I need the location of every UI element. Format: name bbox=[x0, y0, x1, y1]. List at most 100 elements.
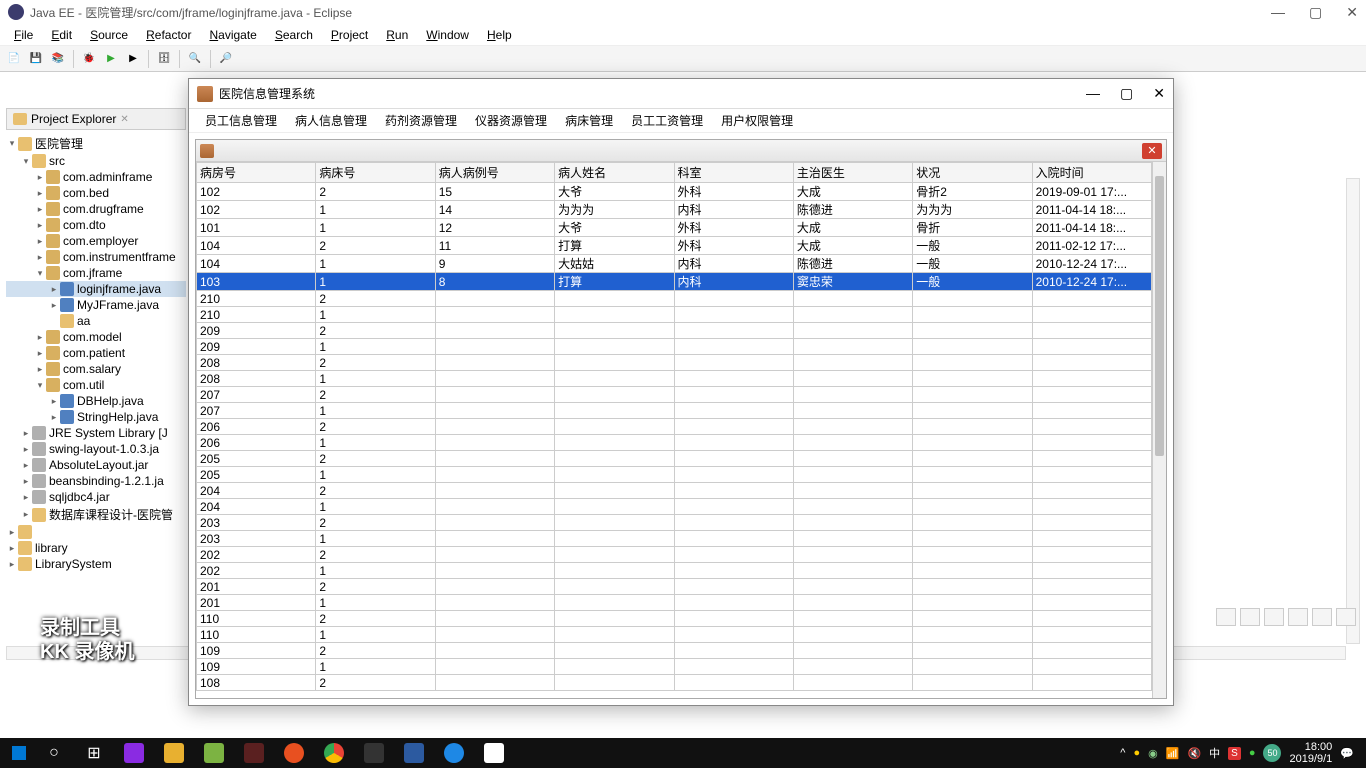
debug-button[interactable]: 🐞 bbox=[79, 49, 99, 69]
menu-navigate[interactable]: Navigate bbox=[201, 26, 264, 44]
table-row[interactable]: 2011 bbox=[197, 595, 1152, 611]
table-row[interactable]: 2012 bbox=[197, 579, 1152, 595]
tree-node[interactable]: ▸com.patient bbox=[6, 345, 186, 361]
taskbar-app[interactable] bbox=[354, 740, 394, 766]
table-row[interactable]: 2052 bbox=[197, 451, 1152, 467]
tray-ime-icon[interactable]: ● bbox=[1249, 747, 1256, 759]
column-header[interactable]: 病人病例号 bbox=[435, 163, 554, 183]
dialog-menu-item[interactable]: 员工工资管理 bbox=[623, 110, 711, 131]
expand-arrow-icon[interactable]: ▸ bbox=[20, 492, 32, 503]
expand-arrow-icon[interactable]: ▸ bbox=[20, 509, 32, 520]
open-type-button[interactable]: 🔍 bbox=[185, 49, 205, 69]
menu-refactor[interactable]: Refactor bbox=[138, 26, 199, 44]
expand-arrow-icon[interactable]: ▸ bbox=[20, 428, 32, 439]
expand-arrow-icon[interactable]: ▸ bbox=[20, 476, 32, 487]
tray-badge[interactable]: 50 bbox=[1263, 744, 1281, 762]
tree-node[interactable]: ▾com.util bbox=[6, 377, 186, 393]
expand-arrow-icon[interactable]: ▸ bbox=[6, 559, 18, 570]
menu-project[interactable]: Project bbox=[323, 26, 376, 44]
table-row[interactable]: 102215大爷外科大成骨折22019-09-01 17:... bbox=[197, 183, 1152, 201]
dialog-minimize-button[interactable]: — bbox=[1086, 85, 1100, 102]
menu-search[interactable]: Search bbox=[267, 26, 321, 44]
tray-security-icon[interactable]: ◉ bbox=[1148, 747, 1158, 760]
expand-arrow-icon[interactable]: ▸ bbox=[6, 527, 18, 538]
run-button[interactable]: ▶ bbox=[101, 49, 121, 69]
table-row[interactable]: 2092 bbox=[197, 323, 1152, 339]
taskbar-app[interactable] bbox=[274, 740, 314, 766]
task-view-button[interactable]: ⊞ bbox=[74, 740, 114, 766]
taskbar-java[interactable] bbox=[474, 740, 514, 766]
tree-node[interactable]: ▾医院管理 bbox=[6, 134, 186, 153]
toolbar-btn[interactable] bbox=[1264, 608, 1284, 626]
toolbar-btn[interactable] bbox=[1336, 608, 1356, 626]
expand-arrow-icon[interactable]: ▸ bbox=[34, 204, 46, 215]
expand-arrow-icon[interactable]: ▸ bbox=[34, 364, 46, 375]
table-row[interactable]: 2102 bbox=[197, 291, 1152, 307]
maximize-button[interactable]: ▢ bbox=[1309, 4, 1322, 21]
menu-help[interactable]: Help bbox=[479, 26, 520, 44]
table-row[interactable]: 104211打算外科大成一般2011-02-12 17:... bbox=[197, 237, 1152, 255]
expand-arrow-icon[interactable]: ▸ bbox=[20, 444, 32, 455]
taskbar-app[interactable] bbox=[114, 740, 154, 766]
expand-arrow-icon[interactable]: ▸ bbox=[34, 332, 46, 343]
start-button[interactable] bbox=[4, 740, 34, 766]
tree-node[interactable]: ▸library bbox=[6, 540, 186, 556]
project-explorer-tab[interactable]: Project Explorer ✕ bbox=[6, 108, 186, 130]
menu-run[interactable]: Run bbox=[378, 26, 416, 44]
tree-node[interactable]: ▸com.bed bbox=[6, 185, 186, 201]
table-row[interactable]: 10419大姑姑内科陈德进一般2010-12-24 17:... bbox=[197, 255, 1152, 273]
table-row[interactable]: 2051 bbox=[197, 467, 1152, 483]
column-header[interactable]: 病人姓名 bbox=[555, 163, 674, 183]
tree-node[interactable]: ▸com.instrumentframe bbox=[6, 249, 186, 265]
table-row[interactable]: 2062 bbox=[197, 419, 1152, 435]
internal-close-button[interactable]: ✕ bbox=[1142, 143, 1162, 159]
new-button[interactable]: 📄 bbox=[4, 49, 24, 69]
expand-arrow-icon[interactable]: ▸ bbox=[48, 300, 60, 311]
expand-arrow-icon[interactable]: ▸ bbox=[34, 220, 46, 231]
table-row[interactable]: 10318打算内科窦忠荣一般2010-12-24 17:... bbox=[197, 273, 1152, 291]
run-last-button[interactable]: ▶ bbox=[123, 49, 143, 69]
taskbar-clock[interactable]: 18:00 2019/9/1 bbox=[1289, 741, 1332, 765]
table-row[interactable]: 1102 bbox=[197, 611, 1152, 627]
expand-arrow-icon[interactable]: ▸ bbox=[34, 348, 46, 359]
column-header[interactable]: 状况 bbox=[913, 163, 1032, 183]
expand-arrow-icon[interactable]: ▾ bbox=[20, 156, 32, 167]
column-header[interactable]: 入院时间 bbox=[1032, 163, 1151, 183]
column-header[interactable]: 病房号 bbox=[197, 163, 316, 183]
tree-node[interactable]: ▸AbsoluteLayout.jar bbox=[6, 457, 186, 473]
tree-node[interactable]: ▸com.salary bbox=[6, 361, 186, 377]
menu-source[interactable]: Source bbox=[82, 26, 136, 44]
table-row[interactable]: 2081 bbox=[197, 371, 1152, 387]
patient-bed-table[interactable]: 病房号病床号病人病例号病人姓名科室主治医生状况入院时间 102215大爷外科大成… bbox=[196, 162, 1152, 698]
expand-arrow-icon[interactable]: ▸ bbox=[20, 460, 32, 471]
menu-file[interactable]: File bbox=[6, 26, 41, 44]
menu-edit[interactable]: Edit bbox=[43, 26, 80, 44]
close-icon[interactable]: ✕ bbox=[120, 114, 128, 125]
scrollbar-thumb[interactable] bbox=[1155, 176, 1164, 456]
table-row[interactable]: 1082 bbox=[197, 675, 1152, 691]
notification-center-icon[interactable]: 💬 bbox=[1340, 747, 1354, 760]
tree-node[interactable]: ▸com.employer bbox=[6, 233, 186, 249]
vertical-scrollbar[interactable] bbox=[1152, 162, 1166, 698]
close-button[interactable]: ✕ bbox=[1346, 4, 1358, 21]
expand-arrow-icon[interactable]: ▸ bbox=[48, 396, 60, 407]
tree-node[interactable]: ▸MyJFrame.java bbox=[6, 297, 186, 313]
tree-node[interactable]: ▸sqljdbc4.jar bbox=[6, 489, 186, 505]
tree-node[interactable]: aa bbox=[6, 313, 186, 329]
search-button[interactable]: 🔎 bbox=[216, 49, 236, 69]
dialog-titlebar[interactable]: 医院信息管理系统 — ▢ ✕ bbox=[189, 79, 1173, 109]
tree-node[interactable]: ▸com.model bbox=[6, 329, 186, 345]
table-row[interactable]: 2022 bbox=[197, 547, 1152, 563]
toolbar-btn[interactable] bbox=[1240, 608, 1260, 626]
expand-arrow-icon[interactable]: ▸ bbox=[48, 412, 60, 423]
new-server-button[interactable]: 🗄 bbox=[154, 49, 174, 69]
tray-ime-lang-icon[interactable]: 中 bbox=[1209, 745, 1220, 761]
table-row[interactable]: 2061 bbox=[197, 435, 1152, 451]
tree-node[interactable]: ▸com.drugframe bbox=[6, 201, 186, 217]
dialog-menu-item[interactable]: 病人信息管理 bbox=[287, 110, 375, 131]
tree-node[interactable]: ▸ bbox=[6, 524, 186, 540]
tree-node[interactable]: ▾src bbox=[6, 153, 186, 169]
dialog-menu-item[interactable]: 仪器资源管理 bbox=[467, 110, 555, 131]
table-row[interactable]: 2041 bbox=[197, 499, 1152, 515]
tree-node[interactable]: ▸swing-layout-1.0.3.ja bbox=[6, 441, 186, 457]
